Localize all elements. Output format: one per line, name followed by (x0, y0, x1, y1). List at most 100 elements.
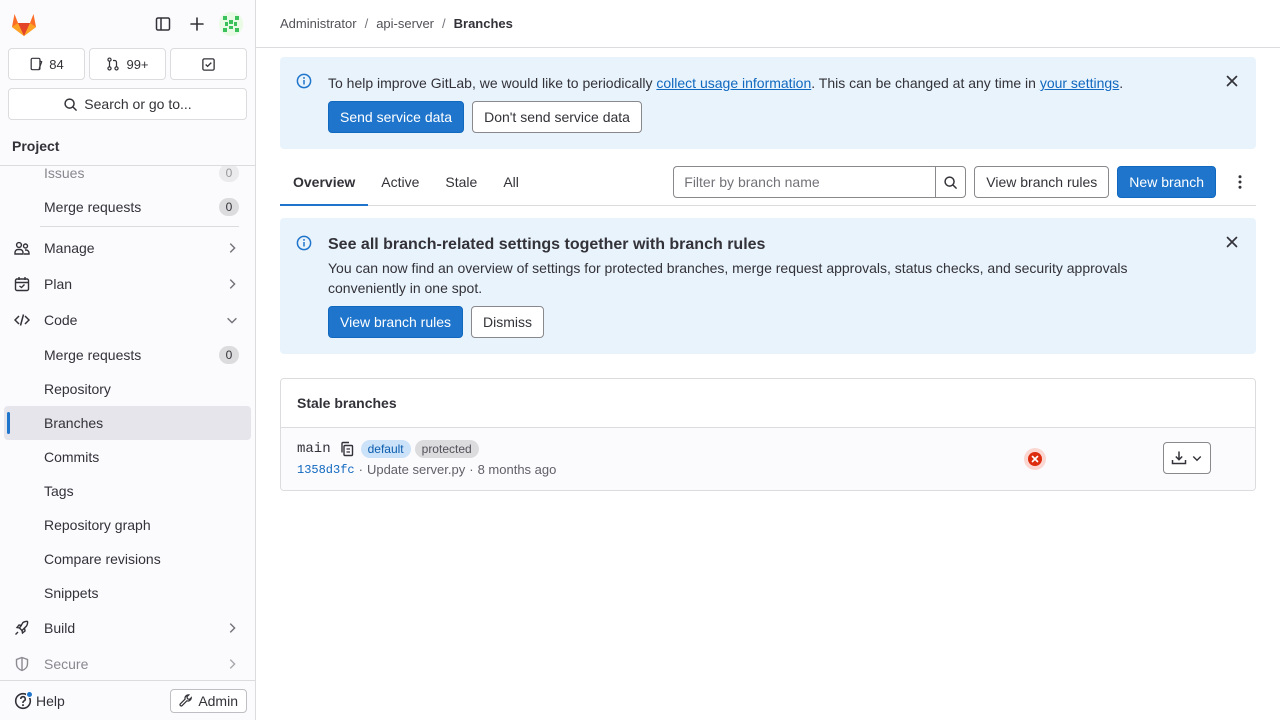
breadcrumb-item-api-server[interactable]: api-server (376, 16, 434, 31)
sidebar-item-label: Snippets (44, 585, 99, 601)
divider (40, 226, 239, 227)
close-icon[interactable] (1224, 73, 1240, 89)
copy-icon[interactable] (339, 441, 355, 457)
gitlab-logo-icon[interactable] (10, 10, 38, 38)
pipeline-status-failed[interactable] (1024, 448, 1046, 470)
sidebar-item-code-merge-requests[interactable]: Merge requests 0 (4, 338, 251, 372)
branch-rules-alert: See all branch-related settings together… (280, 218, 1256, 354)
avatar (219, 12, 243, 36)
create-new-icon[interactable] (181, 8, 213, 40)
sidebar-item-snippets[interactable]: Snippets (4, 576, 251, 610)
close-icon[interactable] (1224, 234, 1240, 250)
sidebar-item-label: Secure (44, 656, 89, 672)
table-row: main default protected 1358d3fc · Update… (281, 428, 1255, 490)
merge-requests-count-button[interactable]: 99+ (89, 48, 166, 80)
send-service-data-button[interactable]: Send service data (328, 101, 465, 133)
branch-tabs: Overview Active Stale All View branch ru… (280, 159, 1256, 206)
chevron-right-icon (229, 659, 236, 669)
tab-stale[interactable]: Stale (432, 159, 490, 205)
branch-name-link[interactable]: main (297, 441, 331, 457)
project-section-header: Project (0, 128, 255, 166)
sidebar-item-secure[interactable]: Secure (4, 646, 251, 680)
search-icon (944, 175, 958, 189)
sidebar-item-branches[interactable]: Branches (4, 406, 251, 440)
collect-usage-link[interactable]: collect usage information (656, 75, 811, 91)
dont-send-service-data-button[interactable]: Don't send service data (472, 101, 642, 133)
sidebar-item-label: Tags (44, 483, 74, 499)
issues-count-button[interactable]: 84 (8, 48, 85, 80)
sidebar-item-plan[interactable]: Plan (4, 266, 251, 302)
issues-icon (30, 57, 43, 71)
dismiss-button[interactable]: Dismiss (471, 306, 545, 338)
sidebar-item-tags[interactable]: Tags (4, 474, 251, 508)
code-icon (14, 314, 30, 326)
help-button[interactable]: Help (14, 690, 65, 710)
dot-separator: · (469, 462, 474, 477)
sidebar-item-commits[interactable]: Commits (4, 440, 251, 474)
sidebar-item-label: Merge requests (44, 347, 142, 363)
usage-alert-text: To help improve GitLab, we would like to… (328, 75, 657, 91)
sidebar-item-label: Branches (44, 415, 104, 431)
new-branch-button[interactable]: New branch (1117, 166, 1216, 198)
chevron-right-icon (229, 279, 236, 289)
search-button[interactable]: Search or go to... (8, 88, 247, 120)
toggle-sidebar-icon[interactable] (147, 8, 179, 40)
tab-all[interactable]: All (490, 159, 532, 205)
more-actions-icon[interactable] (1224, 166, 1256, 198)
help-notification-dot (26, 690, 33, 698)
stale-branches-title: Stale branches (281, 379, 1255, 428)
branch-filter (673, 166, 967, 198)
sidebar-item-compare-revisions[interactable]: Compare revisions (4, 542, 251, 576)
todo-button[interactable] (170, 48, 247, 80)
your-settings-link[interactable]: your settings (1040, 75, 1119, 91)
tab-overview[interactable]: Overview (280, 159, 369, 206)
stale-branches-card: Stale branches main default protected 13… (280, 378, 1256, 491)
sidebar-item-manage[interactable]: Manage (4, 230, 251, 266)
download-icon (1171, 451, 1187, 465)
alert-view-branch-rules-button[interactable]: View branch rules (328, 306, 464, 338)
sidebar-item-issues[interactable]: Issues 0 (4, 166, 251, 190)
filter-search-button[interactable] (935, 166, 967, 198)
sidebar-footer: Help Admin (0, 680, 255, 720)
sidebar-item-label: Plan (44, 276, 73, 292)
sidebar-header (0, 0, 255, 48)
rocket-icon (15, 620, 29, 635)
issues-count: 84 (49, 56, 64, 72)
commit-message[interactable]: Update server.py (367, 462, 465, 477)
shield-icon (15, 656, 29, 672)
sidebar: 84 99+ Search or go to... Project Issues… (0, 0, 256, 720)
chevron-right-icon (229, 243, 236, 253)
user-avatar-button[interactable] (215, 8, 247, 40)
merge-requests-badge: 0 (219, 198, 239, 216)
sidebar-item-merge-requests-top[interactable]: Merge requests 0 (4, 190, 251, 224)
commit-sha-link[interactable]: 1358d3fc (297, 463, 355, 477)
filter-branch-input[interactable] (673, 166, 936, 198)
sidebar-counts: 84 99+ (0, 48, 255, 80)
download-dropdown-button[interactable] (1163, 442, 1211, 474)
breadcrumb-item-administrator[interactable]: Administrator (280, 16, 357, 31)
chevron-down-icon (227, 317, 237, 324)
merge-request-icon (107, 57, 120, 71)
chevron-down-icon (1192, 456, 1202, 462)
admin-button[interactable]: Admin (170, 688, 247, 713)
code-merge-requests-badge: 0 (219, 346, 239, 364)
todo-check-icon (202, 57, 215, 71)
sidebar-item-repository[interactable]: Repository (4, 372, 251, 406)
sidebar-item-repository-graph[interactable]: Repository graph (4, 508, 251, 542)
chevron-right-icon (229, 623, 236, 633)
breadcrumb-item-current[interactable]: Branches (454, 16, 513, 31)
usage-alert-text: . This can be changed at any time in (811, 75, 1040, 91)
usage-alert-message: To help improve GitLab, we would like to… (328, 73, 1208, 93)
merge-requests-count: 99+ (126, 56, 149, 72)
sidebar-item-label: Repository graph (44, 517, 151, 533)
breadcrumb: Administrator / api-server / Branches (256, 0, 1280, 48)
tab-active[interactable]: Active (368, 159, 432, 205)
view-branch-rules-button[interactable]: View branch rules (974, 166, 1110, 198)
main-content: To help improve GitLab, we would like to… (280, 57, 1256, 491)
sidebar-item-label: Build (44, 620, 76, 636)
sidebar-item-build[interactable]: Build (4, 610, 251, 646)
protected-badge: protected (414, 440, 479, 458)
sidebar-item-code[interactable]: Code (4, 302, 251, 338)
usage-alert-text: . (1119, 75, 1124, 91)
status-failed-icon (1028, 452, 1042, 466)
